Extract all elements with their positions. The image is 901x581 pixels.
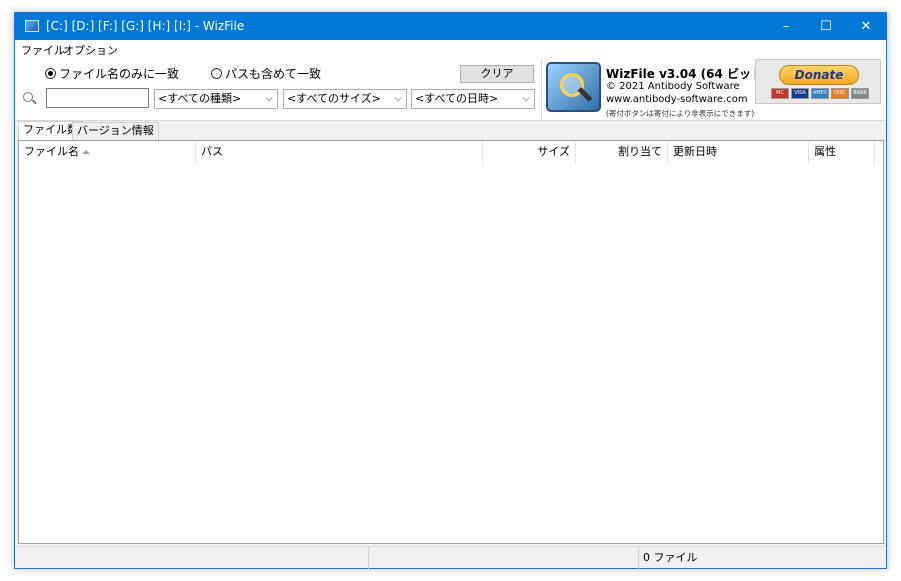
file-list[interactable]: ファイル名 パス サイズ 割り当て 更新日時 属性 bbox=[18, 140, 884, 544]
app-icon bbox=[25, 20, 39, 32]
amex-icon: AMEX bbox=[811, 88, 829, 99]
column-header-size[interactable]: サイズ bbox=[483, 141, 576, 164]
radio-selected-icon bbox=[45, 68, 56, 79]
size-filter-select[interactable]: <すべてのサイズ> ⌵ bbox=[283, 89, 407, 109]
bank-icon: BANK bbox=[851, 88, 869, 99]
menu-file[interactable]: ファイル bbox=[21, 42, 65, 58]
file-count-status: 0 ファイル bbox=[643, 551, 698, 564]
type-filter-select[interactable]: <すべての種類> ⌵ bbox=[154, 89, 278, 109]
donate-button[interactable]: Donate bbox=[779, 65, 859, 85]
date-filter-value: <すべての日時> bbox=[415, 92, 499, 105]
column-header-path[interactable]: パス bbox=[196, 141, 483, 164]
chevron-down-icon: ⌵ bbox=[265, 93, 273, 104]
column-header-allocated[interactable]: 割り当て bbox=[576, 141, 668, 164]
close-button[interactable]: ✕ bbox=[846, 13, 886, 40]
radio-filename-only[interactable]: ファイル名のみに一致 bbox=[45, 65, 179, 82]
minimize-button[interactable]: – bbox=[766, 13, 806, 40]
discover-icon: DISC bbox=[831, 88, 849, 99]
search-panel: ファイル名のみに一致 パスも含めて一致 クリア <すべての種類> ⌵ <すべての… bbox=[15, 58, 886, 121]
chevron-down-icon: ⌵ bbox=[394, 93, 402, 104]
tab-version-info[interactable]: バージョン情報 bbox=[72, 122, 159, 140]
app-window: [C:] [D:] [F:] [G:] [H:] [I:] - WizFile … bbox=[14, 12, 887, 569]
website-link[interactable]: www.antibody-software.com bbox=[606, 94, 748, 105]
column-filename-label: ファイル名 bbox=[24, 145, 79, 158]
size-filter-value: <すべてのサイズ> bbox=[287, 92, 381, 105]
date-filter-select[interactable]: <すべての日時> ⌵ bbox=[411, 89, 535, 109]
column-header-attributes[interactable]: 属性 bbox=[809, 141, 875, 164]
status-bar: 0 ファイル bbox=[15, 546, 886, 569]
chevron-down-icon: ⌵ bbox=[522, 93, 530, 104]
panel-divider bbox=[541, 58, 542, 121]
status-cell-1 bbox=[15, 547, 369, 569]
mastercard-icon: MC bbox=[771, 88, 789, 99]
window-title: [C:] [D:] [F:] [G:] [H:] [I:] - WizFile bbox=[46, 19, 245, 33]
type-filter-value: <すべての種類> bbox=[158, 92, 242, 105]
status-cell-2 bbox=[369, 547, 639, 569]
search-input[interactable] bbox=[46, 88, 149, 108]
menu-bar: ファイル オプション bbox=[15, 40, 886, 58]
menu-options[interactable]: オプション bbox=[63, 42, 118, 58]
tab-strip: ファイル数 バージョン情報 bbox=[15, 121, 886, 140]
radio-include-path[interactable]: パスも含めて一致 bbox=[211, 65, 321, 82]
sort-ascending-icon bbox=[82, 150, 90, 154]
visa-icon: VISA bbox=[791, 88, 809, 99]
search-icon bbox=[23, 92, 33, 102]
app-name: WizFile v3.04 (64 ビット) bbox=[606, 67, 769, 81]
radio-path-label: パスも含めて一致 bbox=[225, 67, 322, 81]
radio-unselected-icon bbox=[211, 68, 222, 79]
payment-cards: MC VISA AMEX DISC BANK bbox=[771, 88, 869, 99]
donate-note: (寄付ボタンは寄付により非表示にできます) bbox=[606, 109, 755, 118]
radio-filename-label: ファイル名のみに一致 bbox=[59, 67, 180, 81]
wizfile-logo-icon bbox=[546, 62, 601, 112]
copyright-text: © 2021 Antibody Software bbox=[606, 81, 740, 92]
column-header-filename[interactable]: ファイル名 bbox=[19, 141, 196, 164]
maximize-button[interactable]: ☐ bbox=[806, 13, 846, 40]
donate-area: Donate MC VISA AMEX DISC BANK bbox=[755, 59, 881, 104]
column-header-modified[interactable]: 更新日時 bbox=[668, 141, 809, 164]
title-bar[interactable]: [C:] [D:] [F:] [G:] [H:] [I:] - WizFile … bbox=[15, 13, 886, 40]
clear-button[interactable]: クリア bbox=[460, 65, 534, 83]
